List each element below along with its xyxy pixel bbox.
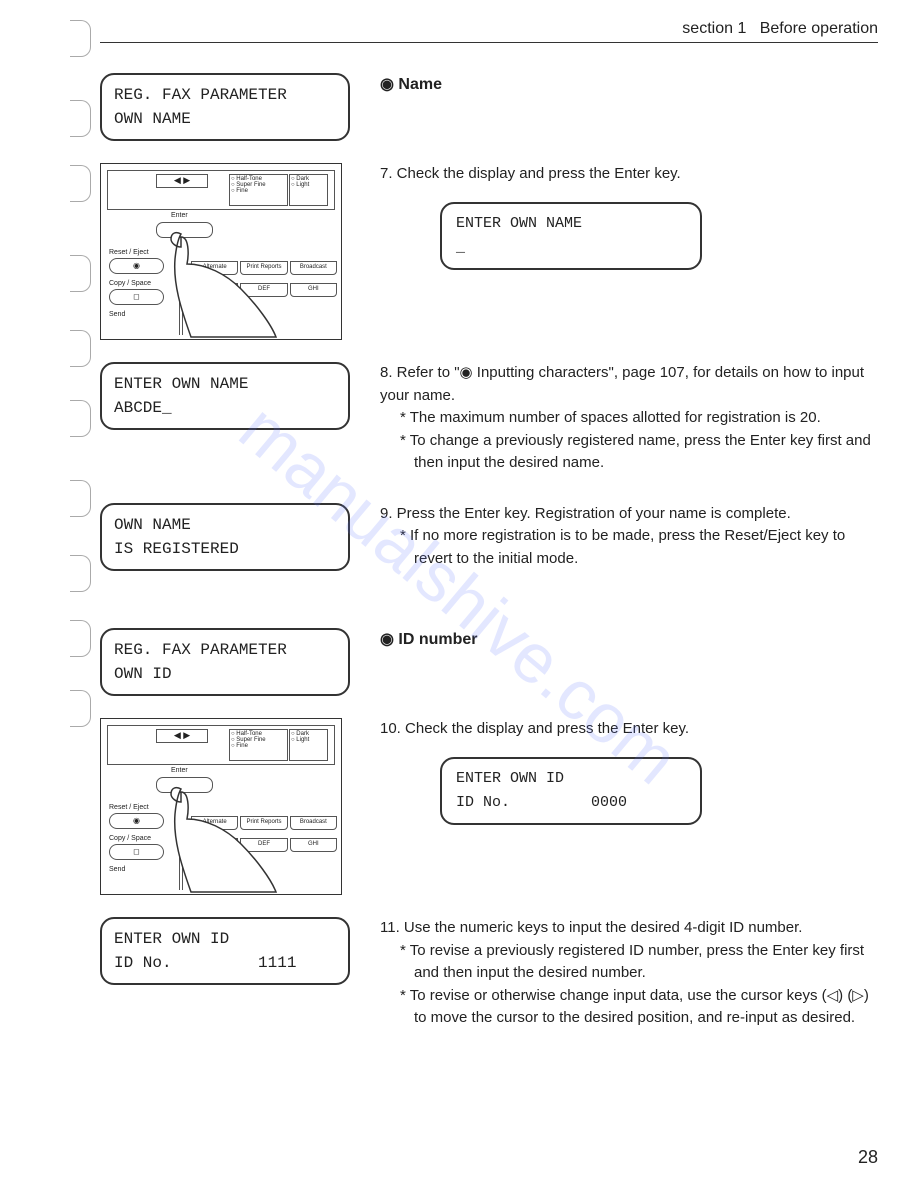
key-abc: ABC [191, 283, 238, 297]
lcd-enter-name-blank: ENTER OWN NAME _ [440, 202, 702, 270]
key-ghi: GHI [290, 283, 337, 297]
header-section: section 1 [682, 20, 746, 37]
binding-holes [70, 0, 95, 1188]
key-ghi: GHI [290, 838, 337, 852]
broadcast-button: Broadcast [290, 261, 337, 275]
step-11: 11. Use the numeric keys to input the de… [380, 919, 802, 936]
alt-display-button: Alternate Display [191, 816, 238, 830]
lcd-reg-id: REG. FAX PARAMETER OWN ID [100, 628, 350, 696]
lcd-reg-name: REG. FAX PARAMETER OWN NAME [100, 73, 350, 141]
step-11b: To revise or otherwise change input data… [380, 985, 878, 1030]
lcd-enter-id-blank: ENTER OWN ID ID No. 0000 [440, 757, 702, 825]
step-10: 10. Check the display and press the Ente… [380, 718, 878, 741]
lcd-enter-name-abcde: ENTER OWN NAME ABCDE_ [100, 362, 350, 430]
control-panel-illustration-2: ◀ ▶ ○ Half-Tone ○ Super Fine ○ Fine ○ Da… [100, 718, 342, 895]
copy-space-button: ◻ [109, 844, 164, 860]
reset-eject-label: Reset / Eject [109, 249, 164, 256]
send-label: Send [109, 866, 164, 873]
reset-eject-label: Reset / Eject [109, 804, 164, 811]
header-title: Before operation [760, 20, 878, 37]
section-name-heading: Name [380, 73, 878, 97]
step-8: 8. Refer to "◉ Inputting characters", pa… [380, 364, 864, 404]
key-def: DEF [240, 838, 287, 852]
key-abc: ABC [191, 838, 238, 852]
step-9a: If no more registration is to be made, p… [380, 525, 878, 570]
lcd-name-registered: OWN NAME IS REGISTERED [100, 503, 350, 571]
print-reports-button: Print Reports [240, 816, 287, 830]
key-def: DEF [240, 283, 287, 297]
cursor-keys: ◀ ▶ [156, 174, 208, 188]
reset-eject-button: ◉ [109, 258, 164, 274]
page-header: section 1 Before operation [100, 20, 878, 43]
alt-display-button: Alternate Display [191, 261, 238, 275]
resolution-options: ○ Half-Tone ○ Super Fine ○ Fine [229, 174, 288, 206]
lcd-enter-id-1111: ENTER OWN ID ID No. 1111 [100, 917, 350, 985]
copy-space-label: Copy / Space [109, 280, 164, 287]
section-id-heading: ID number [380, 628, 878, 652]
print-reports-button: Print Reports [240, 261, 287, 275]
enter-label: Enter [171, 767, 188, 774]
enter-button [156, 222, 213, 238]
page-number: 28 [858, 1147, 878, 1168]
enter-button [156, 777, 213, 793]
step-11a: To revise a previously registered ID num… [380, 940, 878, 985]
send-label: Send [109, 311, 164, 318]
reset-eject-button: ◉ [109, 813, 164, 829]
enter-label: Enter [171, 212, 188, 219]
step-7: 7. Check the display and press the Enter… [380, 163, 878, 186]
control-panel-illustration: ◀ ▶ ○ Half-Tone ○ Super Fine ○ Fine ○ Da… [100, 163, 342, 340]
step-8b: To change a previously registered name, … [380, 430, 878, 475]
copy-space-button: ◻ [109, 289, 164, 305]
contrast-options: ○ Dark ○ Light [289, 174, 328, 206]
resolution-options: ○ Half-Tone ○ Super Fine ○ Fine [229, 729, 288, 761]
copy-space-label: Copy / Space [109, 835, 164, 842]
step-9: 9. Press the Enter key. Registration of … [380, 505, 791, 522]
contrast-options: ○ Dark ○ Light [289, 729, 328, 761]
step-8a: The maximum number of spaces allotted fo… [380, 407, 878, 430]
manual-page: manualshive.com section 1 Before operati… [0, 0, 918, 1188]
cursor-keys: ◀ ▶ [156, 729, 208, 743]
broadcast-button: Broadcast [290, 816, 337, 830]
